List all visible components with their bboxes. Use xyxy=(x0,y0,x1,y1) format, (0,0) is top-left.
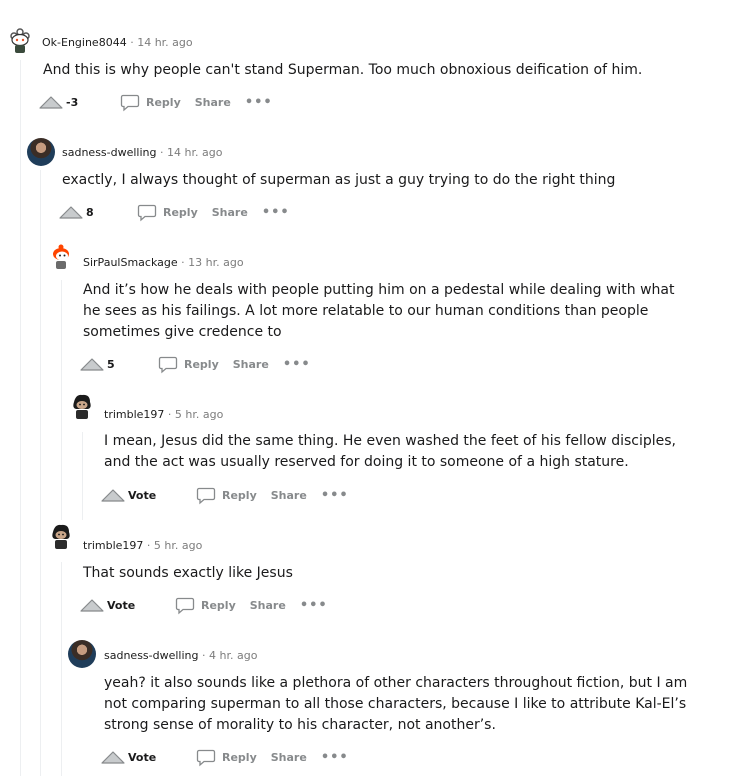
username-link[interactable]: SirPaulSmackage xyxy=(83,256,178,269)
comment-actions: 5 Reply Share ••• xyxy=(79,354,311,374)
reply-label: Reply xyxy=(163,205,198,219)
timestamp[interactable]: 5 hr. ago xyxy=(175,408,223,421)
meta-separator: · xyxy=(160,146,164,159)
comment-body: I mean, Jesus did the same thing. He eve… xyxy=(104,433,676,470)
share-button[interactable]: Share xyxy=(195,96,231,109)
vote-group: 5 xyxy=(79,356,158,372)
reply-button[interactable]: Reply xyxy=(158,355,219,374)
vote-label: Vote xyxy=(128,750,157,764)
user-photo-avatar-icon[interactable] xyxy=(68,640,96,668)
reply-button[interactable]: Reply xyxy=(196,748,257,767)
upvote-icon[interactable] xyxy=(79,597,105,613)
reply-label: Reply xyxy=(222,488,257,502)
comment-actions: Vote Reply Share ••• xyxy=(79,595,328,615)
thread-line[interactable] xyxy=(20,60,21,776)
vote-group: Vote xyxy=(79,597,175,613)
comment-body: exactly, I always thought of superman as… xyxy=(62,172,616,188)
upvote-icon[interactable] xyxy=(79,356,105,372)
meta-separator: · xyxy=(146,539,151,552)
comment-body: That sounds exactly like Jesus xyxy=(83,565,293,581)
upvote-icon[interactable] xyxy=(58,204,84,220)
meta-separator: · xyxy=(181,256,185,269)
reply-bubble-icon xyxy=(120,94,140,111)
comment-body: yeah? it also sounds like a plethora of … xyxy=(104,675,688,733)
upvote-icon[interactable] xyxy=(100,749,126,765)
username-link[interactable]: sadness-dwelling xyxy=(62,146,157,159)
timestamp[interactable]: 4 hr. ago xyxy=(209,649,257,662)
comment-meta: trimble197 · 5 hr. ago xyxy=(83,539,202,553)
reply-label: Reply xyxy=(222,750,257,764)
reply-label: Reply xyxy=(201,598,236,612)
reply-button[interactable]: Reply xyxy=(137,203,198,222)
share-button[interactable]: Share xyxy=(250,599,286,612)
more-options-icon[interactable]: ••• xyxy=(283,357,311,372)
vote-group: Vote xyxy=(100,749,196,765)
meta-separator: · xyxy=(167,408,172,421)
timestamp[interactable]: 13 hr. ago xyxy=(188,256,243,269)
more-options-icon[interactable]: ••• xyxy=(262,205,290,220)
share-button[interactable]: Share xyxy=(212,206,248,219)
comment-meta: Ok-Engine8044 · 14 hr. ago xyxy=(42,36,193,50)
reply-bubble-icon xyxy=(175,597,195,614)
timestamp[interactable]: 14 hr. ago xyxy=(137,36,192,49)
share-button[interactable]: Share xyxy=(271,489,307,502)
snoo-avatar-icon[interactable] xyxy=(47,522,75,550)
reply-bubble-icon xyxy=(196,487,216,504)
reply-button[interactable]: Reply xyxy=(120,93,181,112)
comment-actions: -3 Reply Share ••• xyxy=(38,92,273,112)
thread-line[interactable] xyxy=(82,432,83,520)
snoo-avatar-icon[interactable] xyxy=(68,392,96,420)
vote-score: 8 xyxy=(86,205,94,219)
comment-meta: sadness-dwelling · 14 hr. ago xyxy=(62,146,222,160)
thread-line[interactable] xyxy=(61,280,62,520)
more-options-icon[interactable]: ••• xyxy=(245,95,273,110)
comment-meta: sadness-dwelling · 4 hr. ago xyxy=(104,649,257,663)
reply-bubble-icon xyxy=(137,204,157,221)
reply-button[interactable]: Reply xyxy=(175,596,236,615)
more-options-icon[interactable]: ••• xyxy=(321,750,349,765)
thread-line[interactable] xyxy=(61,562,62,776)
reply-label: Reply xyxy=(146,95,181,109)
reply-label: Reply xyxy=(184,357,219,371)
vote-group: Vote xyxy=(100,487,196,503)
comment-actions: 8 Reply Share ••• xyxy=(58,202,290,222)
comment-actions: Vote Reply Share ••• xyxy=(100,747,349,767)
more-options-icon[interactable]: ••• xyxy=(300,598,328,613)
share-button[interactable]: Share xyxy=(233,358,269,371)
vote-label: Vote xyxy=(128,488,157,502)
snoo-avatar-icon[interactable] xyxy=(47,242,75,270)
vote-score: 5 xyxy=(107,357,115,371)
username-link[interactable]: sadness-dwelling xyxy=(104,649,199,662)
vote-group: -3 xyxy=(38,94,120,110)
user-photo-avatar-icon[interactable] xyxy=(27,138,55,166)
comment-body: And it’s how he deals with people puttin… xyxy=(83,282,675,340)
comment-body: And this is why people can't stand Super… xyxy=(43,62,643,78)
thread-line[interactable] xyxy=(40,170,41,776)
reply-bubble-icon xyxy=(196,749,216,766)
share-button[interactable]: Share xyxy=(271,751,307,764)
timestamp[interactable]: 14 hr. ago xyxy=(167,146,222,159)
snoo-avatar-icon[interactable] xyxy=(6,26,34,54)
vote-group: 8 xyxy=(58,204,137,220)
upvote-icon[interactable] xyxy=(100,487,126,503)
comment-actions: Vote Reply Share ••• xyxy=(100,485,349,505)
meta-separator: · xyxy=(130,36,134,49)
meta-separator: · xyxy=(202,649,206,662)
username-link[interactable]: Ok-Engine8044 xyxy=(42,36,127,49)
reply-bubble-icon xyxy=(158,356,178,373)
comment-meta: trimble197 · 5 hr. ago xyxy=(104,408,223,422)
username-link[interactable]: trimble197 xyxy=(83,539,143,552)
vote-label: Vote xyxy=(107,598,136,612)
vote-score: -3 xyxy=(66,95,79,109)
timestamp[interactable]: 5 hr. ago xyxy=(154,539,202,552)
comment-meta: SirPaulSmackage · 13 hr. ago xyxy=(83,256,244,270)
username-link[interactable]: trimble197 xyxy=(104,408,164,421)
reply-button[interactable]: Reply xyxy=(196,486,257,505)
upvote-icon[interactable] xyxy=(38,94,64,110)
more-options-icon[interactable]: ••• xyxy=(321,488,349,503)
